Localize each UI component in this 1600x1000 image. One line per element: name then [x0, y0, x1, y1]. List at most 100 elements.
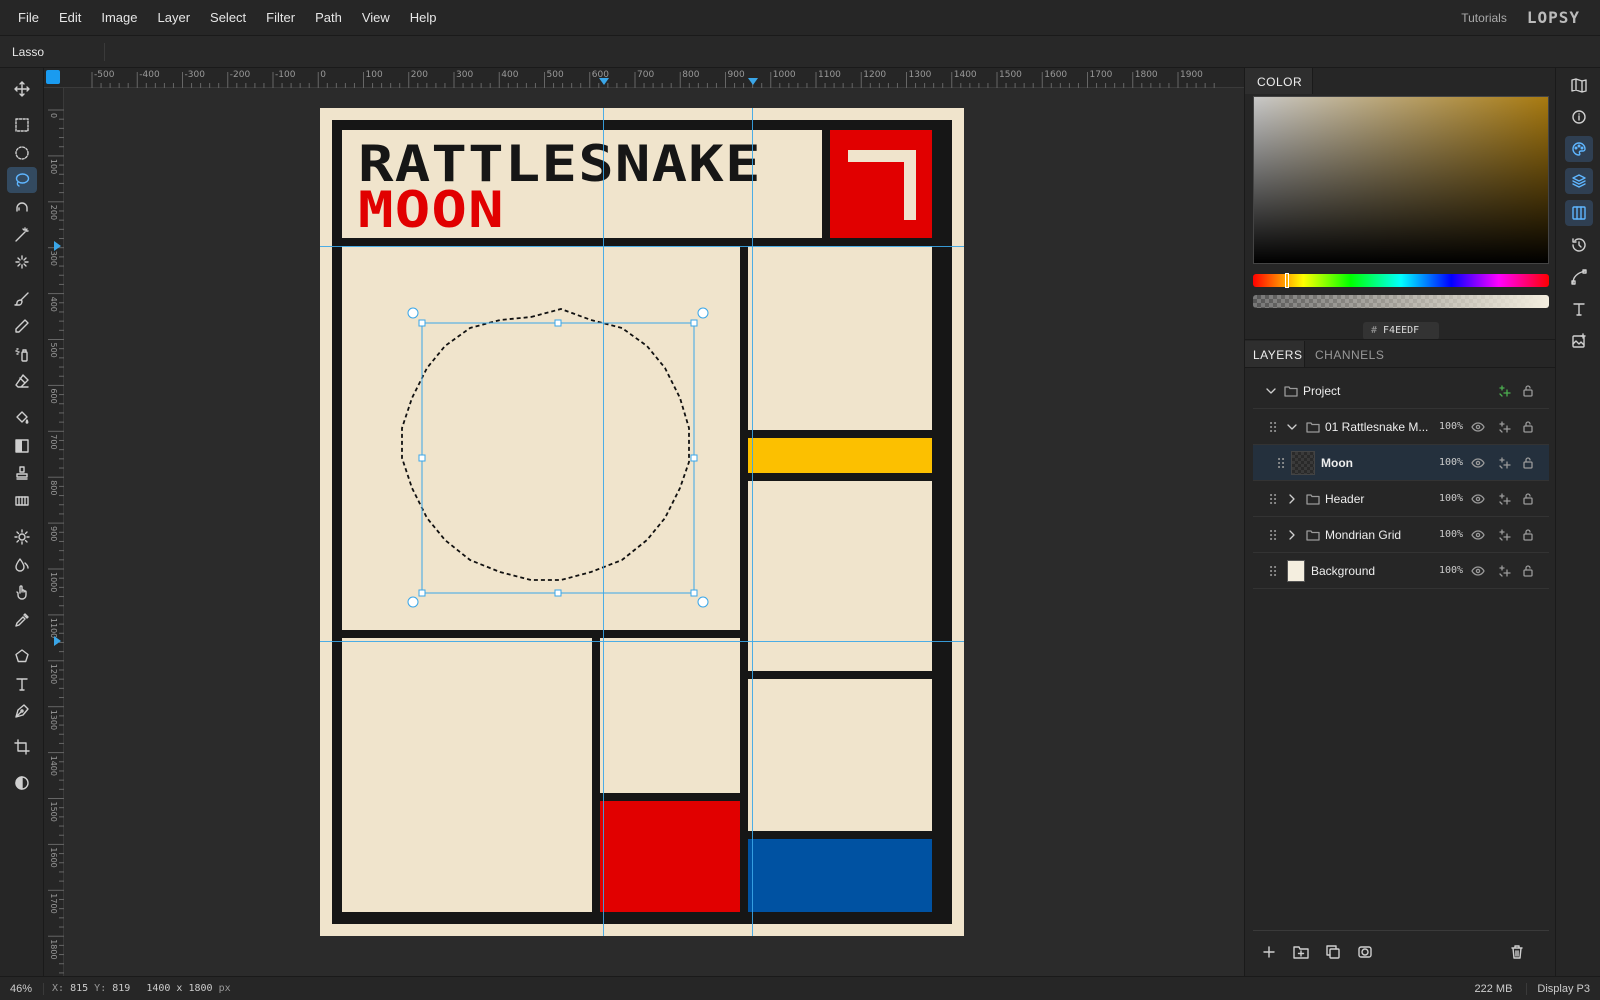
new-group-button[interactable]	[1287, 939, 1315, 965]
info-button[interactable]	[1565, 104, 1593, 130]
effects-sparkle-icon[interactable]	[1497, 492, 1511, 506]
rotate-handle-bottom-right[interactable]	[697, 596, 709, 608]
shape-tool[interactable]	[7, 643, 37, 669]
color-panel-button[interactable]	[1565, 136, 1593, 162]
ruler-origin-corner[interactable]	[46, 70, 60, 84]
handle-bottom-right[interactable]	[690, 589, 698, 597]
lock-icon[interactable]	[1521, 528, 1535, 542]
layer-opacity[interactable]: 100%	[1439, 493, 1463, 504]
layer-name[interactable]: Mondrian Grid	[1325, 528, 1401, 542]
handle-bottom[interactable]	[554, 589, 562, 597]
lock-icon[interactable]	[1521, 420, 1535, 434]
rotate-handle-bottom-left[interactable]	[407, 596, 419, 608]
move-tool[interactable]	[7, 76, 37, 102]
layer-row-project[interactable]: Project	[1253, 373, 1549, 409]
rect-select-tool[interactable]	[7, 112, 37, 138]
layer-row-moon[interactable]: Moon 100%	[1253, 445, 1549, 481]
effects-sparkle-icon[interactable]	[1497, 564, 1511, 578]
quick-select-tool[interactable]	[7, 249, 37, 275]
pencil-tool[interactable]	[7, 313, 37, 339]
layer-row-background[interactable]: Background 100%	[1253, 553, 1549, 589]
channels-tab[interactable]: CHANNELS	[1315, 348, 1384, 362]
magnetic-lasso-tool[interactable]	[7, 194, 37, 220]
handle-top-right[interactable]	[690, 319, 698, 327]
zoom-level[interactable]: 46%	[0, 982, 44, 995]
lock-icon[interactable]	[1521, 384, 1535, 398]
channels-panel-button[interactable]	[1565, 200, 1593, 226]
character-button[interactable]	[1565, 296, 1593, 322]
fill-tool[interactable]	[7, 405, 37, 431]
history-button[interactable]	[1565, 232, 1593, 258]
drag-handle-icon[interactable]	[1266, 492, 1280, 506]
menu-layer[interactable]: Layer	[148, 0, 201, 36]
magic-wand-tool[interactable]	[7, 222, 37, 248]
color-field[interactable]	[1253, 96, 1549, 264]
layer-name[interactable]: 01 Rattlesnake M...	[1325, 420, 1428, 434]
menu-view[interactable]: View	[352, 0, 400, 36]
horizontal-guide-2[interactable]	[320, 641, 964, 642]
layer-row-group[interactable]: 01 Rattlesnake M... 100%	[1253, 409, 1549, 445]
navigator-button[interactable]	[1565, 72, 1593, 98]
eye-icon[interactable]	[1471, 492, 1485, 506]
drag-handle-icon[interactable]	[1266, 420, 1280, 434]
add-mask-button[interactable]	[1351, 939, 1379, 965]
menu-select[interactable]: Select	[200, 0, 256, 36]
handle-left[interactable]	[418, 454, 426, 462]
transform-bounding-box[interactable]	[421, 322, 695, 594]
layer-row-header[interactable]: Header 100%	[1253, 481, 1549, 517]
menu-file[interactable]: File	[8, 0, 49, 36]
chevron-right-icon[interactable]	[1285, 528, 1299, 542]
drag-handle-icon[interactable]	[1266, 564, 1280, 578]
eye-icon[interactable]	[1471, 528, 1485, 542]
layers-tab[interactable]: LAYERS	[1245, 341, 1305, 367]
layer-name[interactable]: Project	[1303, 384, 1340, 398]
guide-marker-left-1[interactable]	[54, 241, 61, 251]
brush-tool[interactable]	[7, 286, 37, 312]
layer-opacity[interactable]: 100%	[1439, 457, 1463, 468]
eye-icon[interactable]	[1471, 420, 1485, 434]
smudge-tool[interactable]	[7, 579, 37, 605]
handle-bottom-left[interactable]	[418, 589, 426, 597]
handle-right[interactable]	[690, 454, 698, 462]
menu-help[interactable]: Help	[400, 0, 447, 36]
contrast-tool[interactable]	[7, 770, 37, 796]
layer-opacity[interactable]: 100%	[1439, 421, 1463, 432]
chevron-down-icon[interactable]	[1264, 384, 1278, 398]
drag-handle-icon[interactable]	[1274, 456, 1288, 470]
chevron-down-icon[interactable]	[1285, 420, 1299, 434]
spray-tool[interactable]	[7, 341, 37, 367]
pen-tool[interactable]	[7, 698, 37, 724]
menu-image[interactable]: Image	[91, 0, 147, 36]
handle-top[interactable]	[554, 319, 562, 327]
layer-name[interactable]: Background	[1311, 564, 1375, 578]
chevron-right-icon[interactable]	[1285, 492, 1299, 506]
dodge-tool[interactable]	[7, 524, 37, 550]
menu-edit[interactable]: Edit	[49, 0, 91, 36]
horizontal-guide-1[interactable]	[320, 246, 964, 247]
vertical-guide-1[interactable]	[603, 108, 604, 936]
text-tool[interactable]	[7, 671, 37, 697]
lasso-marching-ants[interactable]	[401, 308, 690, 581]
eye-icon[interactable]	[1471, 456, 1485, 470]
rotate-handle-top-left[interactable]	[407, 307, 419, 319]
gradient-tool[interactable]	[7, 433, 37, 459]
ellipse-select-tool[interactable]	[7, 140, 37, 166]
document-canvas[interactable]: RATTLESNAKE MOON	[320, 108, 964, 936]
layers-panel-button[interactable]	[1565, 168, 1593, 194]
crop-tool[interactable]	[7, 734, 37, 760]
canvas-area[interactable]: RATTLESNAKE MOON	[64, 88, 1244, 976]
color-tab[interactable]: COLOR	[1245, 68, 1313, 94]
rotate-handle-top-right[interactable]	[697, 307, 709, 319]
duplicate-layer-button[interactable]	[1319, 939, 1347, 965]
alpha-slider[interactable]	[1253, 295, 1549, 308]
layer-name[interactable]: Header	[1325, 492, 1364, 506]
menu-path[interactable]: Path	[305, 0, 352, 36]
drag-handle-icon[interactable]	[1266, 528, 1280, 542]
layer-opacity[interactable]: 100%	[1439, 565, 1463, 576]
hex-input[interactable]: # F4EEDF	[1363, 322, 1439, 340]
lock-icon[interactable]	[1521, 564, 1535, 578]
eye-icon[interactable]	[1471, 564, 1485, 578]
stamp-tool[interactable]	[7, 460, 37, 486]
lasso-tool[interactable]	[7, 167, 37, 193]
effects-sparkle-icon[interactable]	[1497, 528, 1511, 542]
